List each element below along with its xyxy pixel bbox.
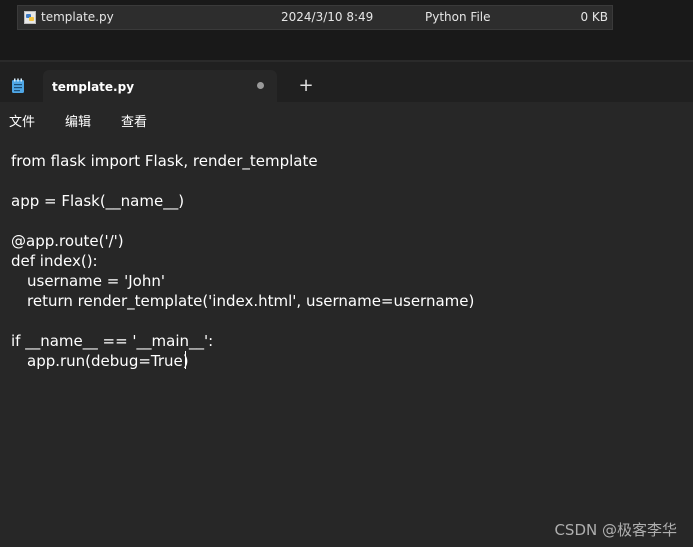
python-file-icon	[24, 11, 36, 24]
notepad-icon	[12, 78, 24, 93]
code-line-6: def index():	[11, 252, 98, 270]
menu-bar: 文件 编辑 查看	[0, 102, 693, 135]
code-line-7: username = 'John'	[27, 272, 165, 290]
text-editor[interactable]: from flask import Flask, render_template…	[0, 135, 693, 547]
file-row-template-py[interactable]: template.py 2024/3/10 8:49 Python File 0…	[17, 5, 613, 30]
file-name: template.py	[41, 10, 114, 24]
code-line-5: @app.route('/')	[11, 232, 124, 250]
code-line-8: return render_template('index.html', use…	[27, 292, 475, 310]
menu-view[interactable]: 查看	[121, 111, 147, 130]
file-size: 0 KB	[580, 10, 608, 24]
unsaved-dot-icon[interactable]	[257, 82, 264, 89]
code-line-1: from flask import Flask, render_template	[11, 152, 318, 170]
file-type: Python File	[425, 10, 491, 24]
code-line-10: if __name__ == '__main__':	[11, 332, 214, 350]
code-line-11: app.run(debug=True)	[27, 352, 189, 370]
new-tab-button[interactable]: +	[297, 75, 315, 97]
menu-edit[interactable]: 编辑	[65, 111, 91, 130]
file-modified: 2024/3/10 8:49	[281, 10, 374, 24]
watermark: CSDN @极客李华	[554, 521, 677, 539]
menu-file[interactable]: 文件	[9, 111, 35, 130]
file-explorer: template.py 2024/3/10 8:49 Python File 0…	[0, 0, 693, 62]
code-line-3: app = Flask(__name__)	[11, 192, 185, 210]
screen: template.py 2024/3/10 8:49 Python File 0…	[0, 0, 693, 547]
tab-template-py[interactable]: template.py	[43, 70, 277, 102]
tab-title: template.py	[52, 80, 135, 94]
text-caret	[185, 351, 186, 369]
